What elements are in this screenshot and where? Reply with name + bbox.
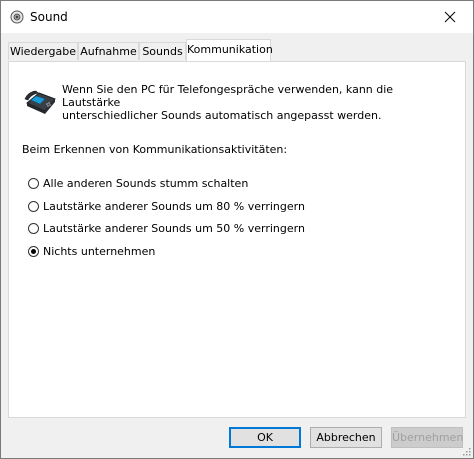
telephone-icon: [24, 90, 56, 114]
tab-kommunikation[interactable]: Kommunikation: [186, 39, 273, 61]
option-label: Alle anderen Sounds stumm schalten: [43, 176, 249, 190]
info-line-1: Wenn Sie den PC für Telefongespräche ver…: [62, 83, 394, 109]
option-reduce-50[interactable]: Lautstärke anderer Sounds um 50 % verrin…: [28, 220, 305, 236]
option-label: Lautstärke anderer Sounds um 50 % verrin…: [43, 221, 305, 235]
ok-button[interactable]: OK: [229, 427, 301, 448]
close-icon: [444, 11, 456, 23]
tab-wiedergabe[interactable]: Wiedergabe: [8, 42, 78, 60]
option-label: Nichts unternehmen: [43, 244, 156, 258]
resize-grip-icon[interactable]: [461, 446, 471, 456]
detect-label: Beim Erkennen von Kommunikationsaktivitä…: [22, 143, 288, 156]
info-text: Wenn Sie den PC für Telefongespräche ver…: [62, 83, 442, 122]
radio-button[interactable]: [28, 222, 39, 234]
sound-dialog: Sound Wiedergabe Aufnahme Sounds Kommuni…: [0, 0, 474, 459]
radio-button[interactable]: [28, 177, 39, 189]
close-button[interactable]: [427, 1, 473, 33]
option-do-nothing[interactable]: Nichts unternehmen: [28, 243, 155, 259]
info-line-2: unterschiedlicher Sounds automatisch ang…: [62, 109, 382, 122]
tab-aufnahme[interactable]: Aufnahme: [78, 42, 139, 60]
tab-sounds[interactable]: Sounds: [139, 42, 186, 60]
speaker-icon: [10, 10, 24, 24]
title-bar[interactable]: Sound: [1, 1, 473, 33]
radio-button[interactable]: [28, 200, 39, 212]
radio-button-checked[interactable]: [28, 245, 39, 257]
kommunikation-panel: Wenn Sie den PC für Telefongespräche ver…: [8, 61, 466, 418]
apply-button[interactable]: Übernehmen: [391, 427, 463, 448]
window-title: Sound: [30, 10, 68, 24]
option-reduce-80[interactable]: Lautstärke anderer Sounds um 80 % verrin…: [28, 198, 305, 214]
option-label: Lautstärke anderer Sounds um 80 % verrin…: [43, 199, 305, 213]
option-mute-all[interactable]: Alle anderen Sounds stumm schalten: [28, 175, 248, 191]
cancel-button[interactable]: Abbrechen: [310, 427, 382, 448]
